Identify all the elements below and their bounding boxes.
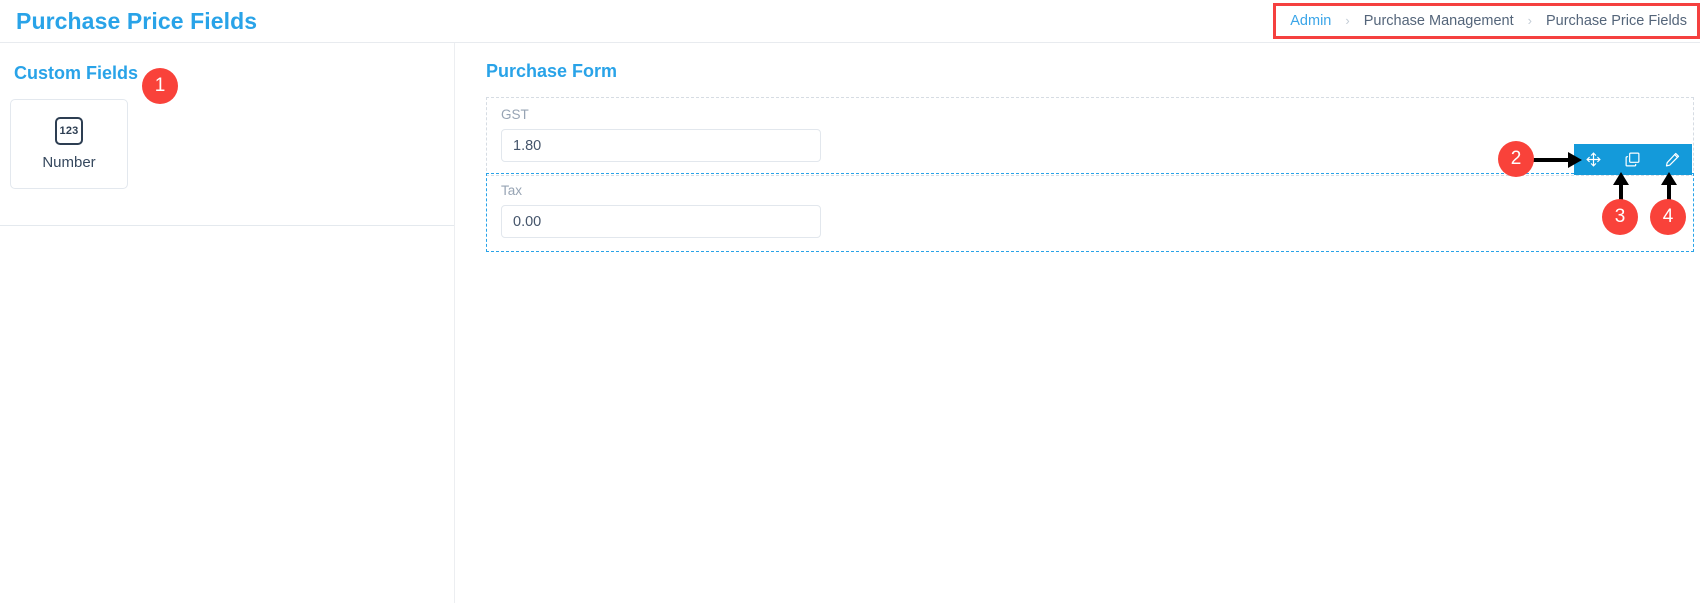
annotation-badge-3: 3 (1602, 199, 1638, 235)
edit-button[interactable] (1657, 144, 1687, 175)
annotation-badge-4: 4 (1650, 199, 1686, 235)
custom-field-card-number[interactable]: 123 Number (10, 99, 128, 189)
breadcrumb-item-purchase-management[interactable]: Purchase Management (1364, 13, 1514, 29)
form-label-tax: Tax (501, 183, 523, 198)
move-icon (1585, 151, 1602, 168)
form-label-gst: GST (501, 107, 529, 122)
purchase-form-panel: Purchase Form GST Tax (456, 43, 1700, 603)
duplicate-icon (1624, 151, 1641, 168)
chevron-right-icon: › (1527, 12, 1532, 28)
purchase-form-title: Purchase Form (486, 61, 618, 81)
custom-fields-panel: Custom Fields 123 Number (0, 43, 455, 603)
breadcrumb-item-admin[interactable]: Admin (1290, 13, 1331, 29)
edit-pencil-icon (1664, 151, 1681, 168)
breadcrumb: Admin › Purchase Management › Purchase P… (1273, 3, 1700, 39)
page-title: Purchase Price Fields (16, 8, 258, 34)
number-123-icon: 123 (55, 117, 83, 145)
field-action-toolbar (1574, 144, 1692, 175)
custom-field-card-label: Number (42, 154, 96, 171)
tax-input[interactable] (501, 205, 821, 238)
page-header: Purchase Price Fields Admin › Purchase M… (0, 0, 1700, 43)
form-field-row-tax[interactable]: Tax (486, 173, 1694, 252)
annotation-badge-1: 1 (142, 68, 178, 104)
annotation-badge-2: 2 (1498, 141, 1534, 177)
chevron-right-icon: › (1345, 12, 1350, 28)
gst-input[interactable] (501, 129, 821, 162)
panel-divider (0, 225, 454, 226)
move-button[interactable] (1579, 144, 1609, 175)
app-root: Purchase Price Fields Admin › Purchase M… (0, 0, 1700, 603)
custom-fields-title: Custom Fields (14, 63, 139, 83)
breadcrumb-item-purchase-price-fields: Purchase Price Fields (1545, 13, 1687, 29)
duplicate-button[interactable] (1618, 144, 1648, 175)
